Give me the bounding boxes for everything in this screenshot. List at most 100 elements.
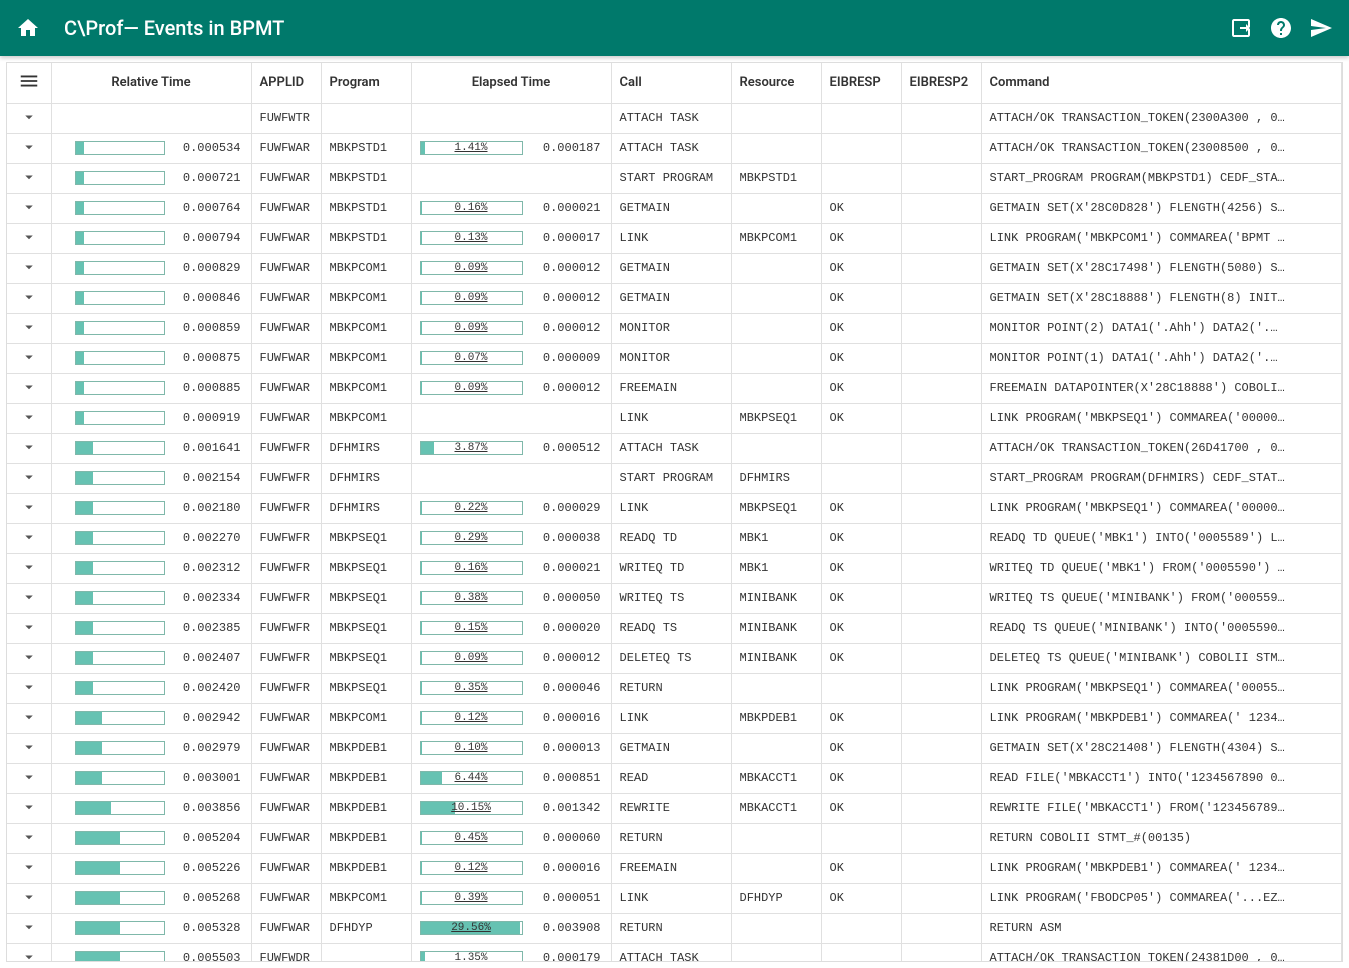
home-icon[interactable] [16,16,40,40]
cell-resource: MBKPSEQ1 [731,493,821,523]
menu-header[interactable] [7,63,51,103]
table-row[interactable]: 0.002942FUWFWARMBKPCOM10.12%0.000016LINK… [7,703,1342,733]
col-eibresp[interactable]: EIBRESP [821,63,901,103]
col-applid[interactable]: APPLID [251,63,321,103]
expand-row-icon[interactable] [20,138,38,156]
cell-applid: FUWFWAR [251,343,321,373]
table-row[interactable]: 0.000859FUWFWARMBKPCOM10.09%0.000012MONI… [7,313,1342,343]
expand-row-icon[interactable] [20,378,38,396]
cell-program: MBKPDEB1 [321,853,411,883]
table-row[interactable]: 0.000534FUWFWARMBKPSTD11.41%0.000187ATTA… [7,133,1342,163]
cell-call: RETURN [611,913,731,943]
table-row[interactable]: 0.003001FUWFWARMBKPDEB16.44%0.000851READ… [7,763,1342,793]
cell-program: MBKPCOM1 [321,313,411,343]
hamburger-icon[interactable] [18,70,40,92]
expand-row-icon[interactable] [20,258,38,276]
table-row[interactable]: 0.002180FUWFWFRDFHMIRS0.22%0.000029LINKM… [7,493,1342,523]
expand-row-icon[interactable] [20,438,38,456]
cell-eibresp2 [901,253,981,283]
cell-call: READQ TS [611,613,731,643]
table-row[interactable]: 0.005268FUWFWARMBKPCOM10.39%0.000051LINK… [7,883,1342,913]
cell-resource [731,253,821,283]
expand-row-icon[interactable] [20,558,38,576]
table-row[interactable]: 0.002312FUWFWFRMBKPSEQ10.16%0.000021WRIT… [7,553,1342,583]
table-row[interactable]: 0.002420FUWFWFRMBKPSEQ10.35%0.000046RETU… [7,673,1342,703]
cell-eibresp2 [901,643,981,673]
elapsed-pct-label: 29.56% [451,922,491,934]
cell-resource: MINIBANK [731,613,821,643]
cell-program: MBKPSTD1 [321,133,411,163]
expand-row-icon[interactable] [20,678,38,696]
cell-eibresp2 [901,223,981,253]
expand-row-icon[interactable] [20,948,38,963]
table-row[interactable]: 0.003856FUWFWARMBKPDEB110.15%0.001342REW… [7,793,1342,823]
expand-row-icon[interactable] [20,498,38,516]
cell-eibresp: OK [821,193,901,223]
table-row[interactable]: 0.005226FUWFWARMBKPDEB10.12%0.000016FREE… [7,853,1342,883]
expand-row-icon[interactable] [20,918,38,936]
cell-applid: FUWFWAR [251,313,321,343]
expand-row-icon[interactable] [20,468,38,486]
table-row[interactable]: 0.002385FUWFWFRMBKPSEQ10.15%0.000020READ… [7,613,1342,643]
elapsed-pct-bar: 0.07% [420,351,523,365]
table-row[interactable]: 0.000846FUWFWARMBKPCOM10.09%0.000012GETM… [7,283,1342,313]
table-row[interactable]: 0.005204FUWFWARMBKPDEB10.45%0.000060RETU… [7,823,1342,853]
expand-row-icon[interactable] [20,348,38,366]
expand-row-icon[interactable] [20,108,38,126]
expand-row-icon[interactable] [20,888,38,906]
elapsed-value: 0.000012 [529,321,601,335]
col-relative-time[interactable]: Relative Time [51,63,251,103]
table-row[interactable]: 0.005328FUWFWARDFHDYP29.56%0.003908RETUR… [7,913,1342,943]
cell-program: MBKPDEB1 [321,823,411,853]
expand-row-icon[interactable] [20,858,38,876]
table-row[interactable]: 0.002334FUWFWFRMBKPSEQ10.38%0.000050WRIT… [7,583,1342,613]
cell-resource [731,853,821,883]
expand-row-icon[interactable] [20,828,38,846]
col-elapsed[interactable]: Elapsed Time [411,63,611,103]
table-row[interactable]: 0.000829FUWFWARMBKPCOM10.09%0.000012GETM… [7,253,1342,283]
expand-row-icon[interactable] [20,708,38,726]
expand-row-icon[interactable] [20,588,38,606]
expand-row-icon[interactable] [20,528,38,546]
table-row[interactable]: 0.000919FUWFWARMBKPCOM1LINKMBKPSEQ1OKLIN… [7,403,1342,433]
expand-row-icon[interactable] [20,198,38,216]
table-row[interactable]: 0.000875FUWFWARMBKPCOM10.07%0.000009MONI… [7,343,1342,373]
help-icon[interactable] [1269,16,1293,40]
expand-row-icon[interactable] [20,288,38,306]
expand-row-icon[interactable] [20,318,38,336]
elapsed-pct-bar: 0.15% [420,621,523,635]
col-eibresp2[interactable]: EIBRESP2 [901,63,981,103]
expand-row-icon[interactable] [20,618,38,636]
table-row[interactable]: 0.000794FUWFWARMBKPSTD10.13%0.000017LINK… [7,223,1342,253]
expand-row-icon[interactable] [20,168,38,186]
table-row[interactable]: 0.002154FUWFWFRDFHMIRSSTART PROGRAMDFHMI… [7,463,1342,493]
col-program[interactable]: Program [321,63,411,103]
relative-time-bar [75,681,165,695]
table-row[interactable]: FUWFWTRATTACH TASKATTACH/OK TRANSACTION_… [7,103,1342,133]
cell-eibresp: OK [821,403,901,433]
table-row[interactable]: 0.001641FUWFWFRDFHMIRS3.87%0.000512ATTAC… [7,433,1342,463]
col-command[interactable]: Command [981,63,1342,103]
cell-applid: FUWFWAR [251,163,321,193]
table-row[interactable]: 0.002979FUWFWARMBKPDEB10.10%0.000013GETM… [7,733,1342,763]
expand-row-icon[interactable] [20,228,38,246]
table-row[interactable]: 0.000764FUWFWARMBKPSTD10.16%0.000021GETM… [7,193,1342,223]
expand-row-icon[interactable] [20,408,38,426]
cell-eibresp [821,163,901,193]
elapsed-pct-label: 0.38% [454,592,487,604]
elapsed-pct-label: 0.10% [454,742,487,754]
col-resource[interactable]: Resource [731,63,821,103]
table-row[interactable]: 0.005503FUWFWDR1.35%0.000179ATTACH TASKA… [7,943,1342,962]
table-row[interactable]: 0.000885FUWFWARMBKPCOM10.09%0.000012FREE… [7,373,1342,403]
table-row[interactable]: 0.000721FUWFWARMBKPSTD1START PROGRAMMBKP… [7,163,1342,193]
col-call[interactable]: Call [611,63,731,103]
expand-row-icon[interactable] [20,648,38,666]
expand-row-icon[interactable] [20,738,38,756]
send-icon[interactable] [1309,16,1333,40]
expand-row-icon[interactable] [20,798,38,816]
expand-row-icon[interactable] [20,768,38,786]
table-row[interactable]: 0.002270FUWFWFRMBKPSEQ10.29%0.000038READ… [7,523,1342,553]
elapsed-pct-label: 0.12% [454,712,487,724]
table-row[interactable]: 0.002407FUWFWFRMBKPSEQ10.09%0.000012DELE… [7,643,1342,673]
export-icon[interactable] [1229,16,1253,40]
